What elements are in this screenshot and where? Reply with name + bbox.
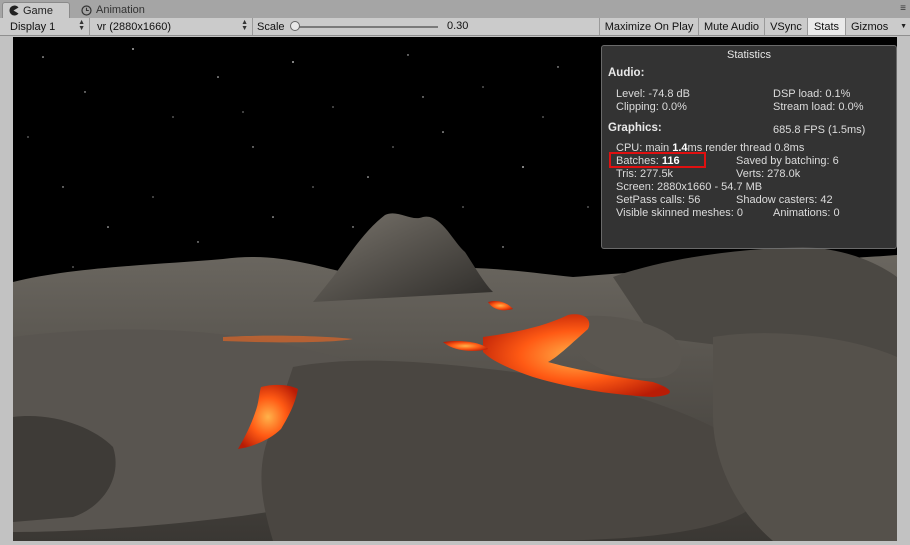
- fps-readout: 685.8 FPS (1.5ms): [773, 124, 866, 136]
- scale-slider-handle[interactable]: [290, 21, 301, 31]
- tab-animation[interactable]: Animation: [76, 2, 166, 18]
- statistics-title: Statistics: [726, 49, 771, 61]
- stats-label: Stats: [813, 20, 840, 33]
- display-dropdown-value: Display 1: [10, 20, 56, 33]
- scale-label: Scale: [257, 20, 285, 33]
- audio-level: Level: -74.8 dB: [616, 88, 690, 100]
- pacman-icon: [8, 5, 19, 16]
- tab-animation-label: Animation: [96, 4, 145, 16]
- scale-value: 0.30: [447, 20, 469, 32]
- resolution-dropdown[interactable]: vr (2880x1660) ▲ ▼: [90, 18, 253, 35]
- audio-header: Audio:: [608, 67, 645, 79]
- game-viewport[interactable]: Statistics Audio: Level: -74.8 dB DSP lo…: [13, 37, 897, 541]
- display-dropdown[interactable]: Display 1 ▲ ▼: [0, 18, 90, 35]
- mute-audio-label: Mute Audio: [703, 20, 760, 33]
- stats-button[interactable]: Stats: [808, 18, 846, 35]
- tab-game[interactable]: Game: [2, 2, 70, 18]
- verts-stat: Verts: 278.0k: [736, 168, 801, 180]
- vsync-button[interactable]: VSync: [765, 18, 808, 35]
- saved-by-batching: Saved by batching: 6: [736, 155, 839, 167]
- screen-stat: Screen: 2880x1660 - 54.7 MB: [616, 181, 763, 193]
- maximize-on-play-button[interactable]: Maximize On Play: [600, 18, 699, 35]
- stream-load: Stream load: 0.0%: [773, 101, 864, 113]
- scale-control: Scale 0.30: [253, 18, 600, 35]
- window-tab-strip: Game Animation ≡: [0, 0, 910, 19]
- statistics-panel: Statistics Audio: Level: -74.8 dB DSP lo…: [601, 45, 897, 249]
- game-view-toolbar: Display 1 ▲ ▼ vr (2880x1660) ▲ ▼ Scale 0.3…: [0, 18, 910, 36]
- batches-highlight-box: [609, 152, 706, 168]
- clock-icon: [81, 4, 92, 16]
- chevron-updown-icon: ▲ ▼: [78, 19, 85, 32]
- resolution-dropdown-value: vr (2880x1660): [97, 20, 171, 33]
- graphics-header: Graphics:: [608, 122, 662, 134]
- scale-slider-track[interactable]: [294, 26, 438, 28]
- audio-clipping: Clipping: 0.0%: [616, 101, 687, 113]
- tab-menu-icon[interactable]: ≡: [900, 3, 906, 14]
- gizmos-label: Gizmos: [851, 20, 889, 33]
- setpass-stat: SetPass calls: 56: [616, 194, 701, 206]
- animations-stat: Animations: 0: [773, 207, 840, 219]
- shadow-casters-stat: Shadow casters: 42: [736, 194, 833, 206]
- dsp-load: DSP load: 0.1%: [773, 88, 851, 100]
- chevron-updown-icon: ▲ ▼: [241, 19, 248, 32]
- vsync-label: VSync: [770, 20, 802, 33]
- mute-audio-button[interactable]: Mute Audio: [699, 18, 765, 35]
- gizmos-dropdown[interactable]: Gizmos ▼: [846, 18, 910, 35]
- tris-stat: Tris: 277.5k: [616, 168, 674, 180]
- skinned-meshes-stat: Visible skinned meshes: 0: [616, 207, 743, 219]
- tab-game-label: Game: [23, 4, 53, 17]
- maximize-on-play-label: Maximize On Play: [604, 20, 694, 33]
- dropdown-arrow-icon: ▼: [900, 23, 907, 30]
